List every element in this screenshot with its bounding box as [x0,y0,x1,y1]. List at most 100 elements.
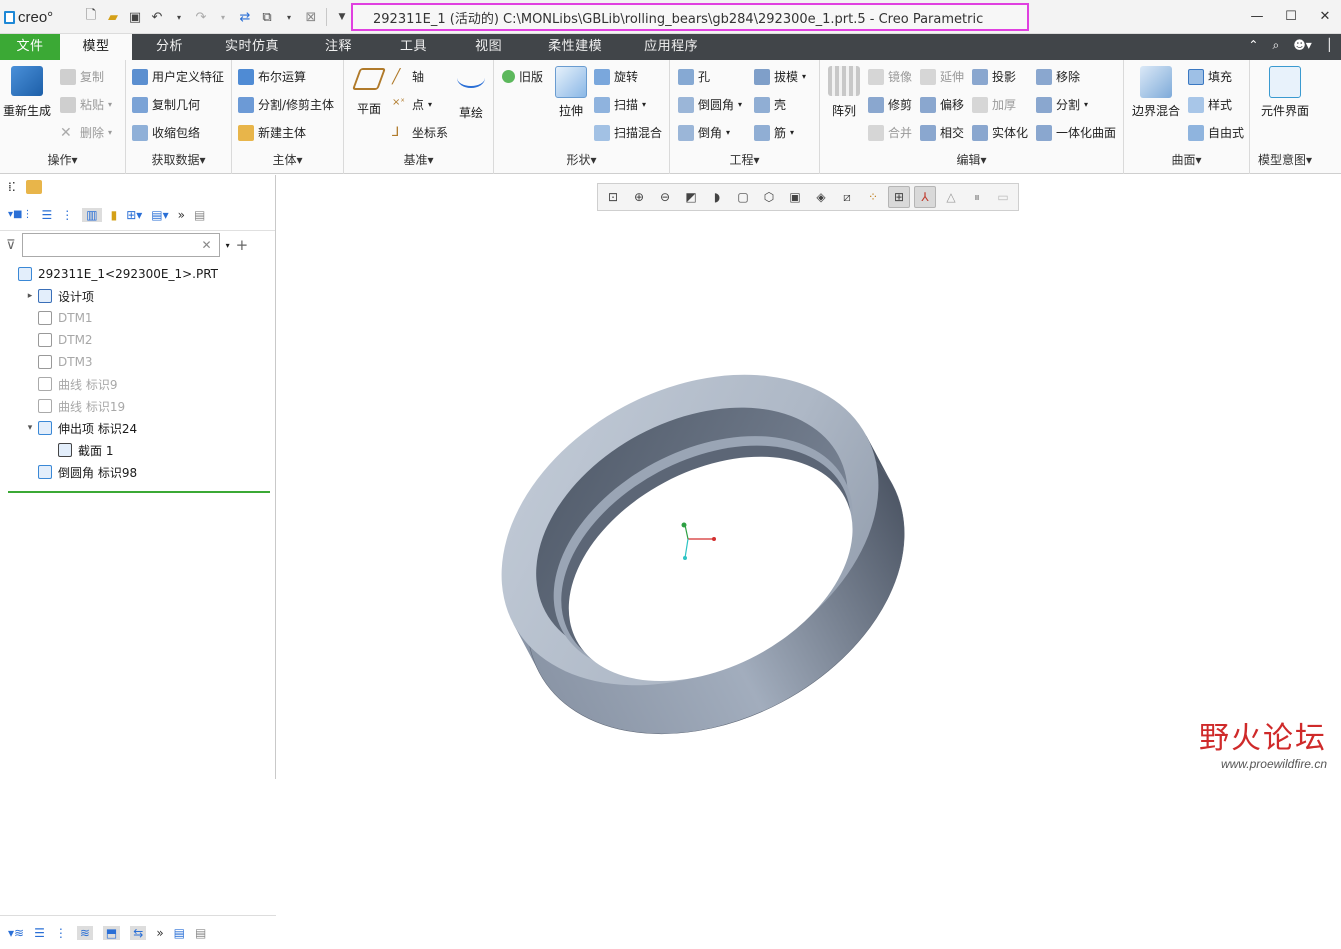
model-tree-tab-icon[interactable]: ⁞⁚ [8,180,16,194]
tree-columns-icon[interactable]: ⋮ [61,208,73,222]
revolve-button[interactable]: 旋转 [594,68,638,85]
extrude-button[interactable]: 拉伸 [552,66,590,119]
layer-isolate-icon[interactable]: ⇆ [130,925,147,940]
group-get-data-label[interactable]: 获取数据▾ [126,151,231,168]
boolean-button[interactable]: 布尔运算 [238,68,306,85]
extend-button[interactable]: 延伸 [920,68,964,85]
fill-button[interactable]: 填充 [1188,68,1232,85]
save-icon[interactable]: ▣ [124,6,146,28]
more-icon[interactable]: │ [1326,38,1333,53]
tree-view-icon[interactable]: ▥ [82,207,102,222]
layer-hide-icon[interactable]: ⬒ [102,925,121,940]
layer-settings-icon[interactable]: ▾■⋮ [8,209,32,220]
windows-icon[interactable]: ⧉ [256,6,278,28]
udf-button[interactable]: 用户定义特征 [132,68,224,85]
csys-button[interactable]: ⅃ 坐标系 [392,124,448,141]
tree-item[interactable]: ▸ 设计项 [0,285,276,307]
tree-item[interactable]: 292311E_1<292300E_1>.PRT [0,263,276,285]
offset-button[interactable]: 偏移 [920,96,964,113]
mirror-button[interactable]: 镜像 [868,68,912,85]
copy-button[interactable]: 复制 [60,68,104,85]
boundary-blend-button[interactable]: 边界混合 [1128,66,1184,119]
tree-item[interactable]: 倒圆角 标识98 [0,461,276,483]
tree-expand-icon[interactable]: ▸ [24,291,36,301]
tab-applications[interactable]: 应用程序 [620,34,716,60]
group-datum-label[interactable]: 基准▾ [344,151,493,168]
tree-item[interactable]: 曲线 标识9 [0,373,276,395]
insert-indicator[interactable] [8,491,270,493]
tree-expand-icon[interactable]: ▾ [24,423,36,433]
sweep-button[interactable]: 扫描 ▾ [594,96,646,113]
tab-live-simulation[interactable]: 实时仿真 [201,34,297,60]
plane-button[interactable]: 平面 [350,68,388,117]
shell-button[interactable]: 壳 [754,96,786,113]
axis-button[interactable]: ╱ 轴 [392,68,424,85]
regenerate-button[interactable]: 重新生成 [2,66,52,119]
new-file-icon[interactable]: 🗋 [80,6,102,28]
merge-button[interactable]: 合并 [868,124,912,141]
layers-icon[interactable]: ▾≋ [8,926,24,940]
clear-search-icon[interactable]: ✕ [202,238,212,252]
split-button[interactable]: 分割 ▾ [1036,96,1088,113]
customize-toolbar-icon[interactable]: ▼ [331,6,353,28]
tab-flexible-modeling[interactable]: 柔性建模 [520,34,620,60]
tree-search-input[interactable] [21,233,220,257]
tab-view[interactable]: 视图 [445,34,520,60]
filter-icon[interactable]: ⊽ [6,238,16,253]
group-model-intent-label[interactable]: 模型意图▾ [1250,151,1320,168]
graphics-viewport[interactable]: ⊡ ⊕ ⊖ ◩ ◗ ▢ ⬡ ▣ ◈ ⧄ ⁘ ⊞ ⅄ △ ⏸ ▭ 野火论坛 www… [277,175,1341,779]
search-dropdown-icon[interactable]: ▾ [226,241,230,250]
tab-model[interactable]: 模型 [60,34,132,60]
sketch-button-main[interactable]: 草绘 [454,68,488,121]
add-filter-icon[interactable]: + [236,236,249,254]
group-editing-label[interactable]: 编辑▾ [820,151,1123,168]
redo-dropdown-icon[interactable]: ▾ [212,6,234,28]
regenerate-icon[interactable]: ⇄ [234,6,256,28]
delete-button[interactable]: ✕ 删除 ▾ [60,124,112,141]
tab-analysis[interactable]: 分析 [132,34,201,60]
new-body-button[interactable]: 新建主体 [238,124,306,141]
close-window-icon[interactable]: ⊠ [300,6,322,28]
maximize-icon[interactable]: ☐ [1281,6,1301,26]
remove-button[interactable]: 移除 [1036,68,1080,85]
group-operations-label[interactable]: 操作▾ [0,151,125,168]
tab-file[interactable]: 文件 [0,34,60,60]
unify-surface-button[interactable]: 一体化曲面 [1036,124,1116,141]
pattern-button[interactable]: 阵列 [826,66,862,119]
layer-list-icon[interactable]: ☰ [34,926,45,940]
hole-button[interactable]: 孔 [678,68,710,85]
tree-item[interactable]: DTM1 [0,307,276,329]
component-interface-button[interactable]: 元件界面 [1256,66,1314,119]
solidify-button[interactable]: 实体化 [972,124,1028,141]
paste-button[interactable]: 粘贴 ▾ [60,96,112,113]
undo-dropdown-icon[interactable]: ▾ [168,6,190,28]
help-dropdown-icon[interactable]: ☻▾ [1293,38,1312,53]
rib-button[interactable]: 筋 ▾ [754,124,794,141]
layer-properties-icon[interactable]: ▤ [174,926,185,940]
point-button[interactable]: ×ˣ 点 ▾ [392,96,432,113]
more-icon[interactable]: » [156,926,163,940]
group-body-label[interactable]: 主体▾ [232,151,343,168]
bearing-ring-model[interactable] [277,175,1341,779]
project-button[interactable]: 投影 [972,68,1016,85]
redo-icon[interactable]: ↷ [190,6,212,28]
folder-browser-tab-icon[interactable] [25,180,42,194]
freestyle-button[interactable]: 自由式 [1188,124,1244,141]
group-surfaces-label[interactable]: 曲面▾ [1124,151,1249,168]
tree-list-icon[interactable]: ☰ [41,208,52,222]
shrinkwrap-button[interactable]: 收缩包络 [132,124,200,141]
layer-document-icon[interactable]: ▤ [195,926,206,940]
swept-blend-button[interactable]: 扫描混合 [594,124,662,141]
intersect-button[interactable]: 相交 [920,124,964,141]
tab-annotate[interactable]: 注释 [297,34,370,60]
tree-item[interactable]: DTM2 [0,329,276,351]
copy-geometry-button[interactable]: 复制几何 [132,96,200,113]
tree-document-icon[interactable]: ▤ [194,208,205,222]
legacy-button[interactable]: 旧版 [502,68,543,85]
undo-icon[interactable]: ↶ [146,6,168,28]
tab-tools[interactable]: 工具 [370,34,445,60]
split-trim-body-button[interactable]: 分割/修剪主体 [238,96,334,113]
windows-dropdown-icon[interactable]: ▾ [278,6,300,28]
style-button[interactable]: 样式 [1188,96,1232,113]
chamfer-button[interactable]: 倒角 ▾ [678,124,730,141]
